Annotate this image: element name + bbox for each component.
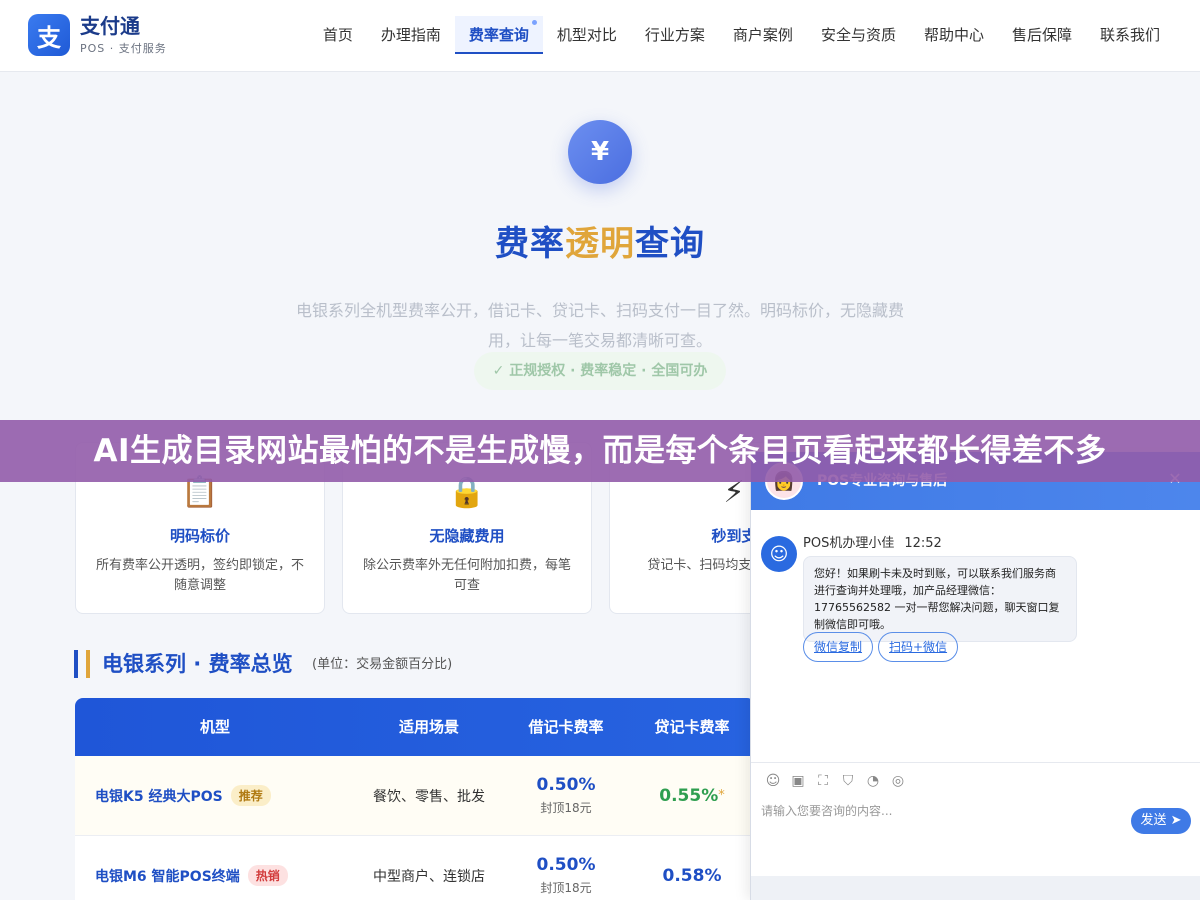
- page-title: 费率透明查询: [0, 216, 1200, 265]
- nav-security[interactable]: 安全与资质: [807, 16, 910, 54]
- title-highlight: 透明: [565, 224, 635, 264]
- scan-wechat-button[interactable]: 扫码+微信: [878, 632, 959, 662]
- credit-rate: 0.55%: [659, 785, 719, 806]
- active-dot-icon: [531, 20, 537, 25]
- credit-cell: 0.58%: [629, 836, 755, 900]
- wechat-icon[interactable]: ◎: [886, 769, 910, 793]
- feature-desc: 所有费率公开透明，签约即锁定，不随意调整: [95, 558, 304, 593]
- chat-widget: 👩 POS专业咨询与售后 ✕ ☺ POS机办理小佳12:52 您好！如果刷卡未及…: [750, 452, 1200, 900]
- brand-name: 支付通: [80, 13, 140, 38]
- section-bar: [74, 650, 78, 678]
- feature-desc: 除公示费率外无任何附加扣费，每笔可查: [362, 558, 571, 593]
- shield-icon[interactable]: ⛉: [836, 769, 860, 793]
- chat-footer: [751, 876, 1200, 900]
- model-cell: 电银M6 智能POS终端 热销: [75, 836, 355, 900]
- model-cell: 电银K5 经典大POS 推荐: [75, 756, 355, 835]
- credit-rate: 0.58%: [662, 865, 722, 886]
- col-model: 机型: [199, 718, 230, 736]
- debit-cap: 封顶18元: [540, 801, 592, 815]
- debit-cell: 0.50% 封顶18元: [503, 756, 629, 835]
- copy-wechat-button[interactable]: 微信复制: [803, 632, 874, 662]
- nav-guide[interactable]: 办理指南: [367, 16, 455, 54]
- chat-toolbar: ☺ ▣ ⛶ ⛉ ◔ ◎: [751, 762, 1200, 798]
- overlay-banner: AI生成目录网站最怕的不是生成慢，而是每个条目页看起来都长得差不多: [0, 420, 1200, 482]
- send-label: 发送: [1140, 813, 1167, 828]
- history-icon[interactable]: ◔: [861, 769, 885, 793]
- nav-aftersales[interactable]: 售后保障: [998, 16, 1086, 54]
- section-bar-accent: [86, 650, 90, 678]
- table-row[interactable]: 电银M6 智能POS终端 热销 中型商户、连锁店 0.50% 封顶18元 0.58%: [75, 836, 755, 900]
- send-button[interactable]: 发送 ➤: [1131, 808, 1191, 834]
- model-name[interactable]: 电银K5 经典大POS: [95, 786, 223, 806]
- brand-subtitle: POS · 支付服务: [80, 41, 167, 55]
- hot-badge: 热销: [247, 865, 288, 886]
- feature-title: 无隐藏费用: [429, 527, 505, 545]
- yen-icon: ¥: [568, 120, 632, 184]
- main-nav: 首页 办理指南 费率查询 机型对比 行业方案 商户案例 安全与资质 帮助中心 售…: [309, 16, 1174, 54]
- logo[interactable]: 支 支付通 POS · 支付服务: [28, 14, 167, 56]
- chat-input[interactable]: 请输入您要咨询的内容...: [761, 802, 892, 819]
- title-part1: 费率: [495, 224, 565, 264]
- hero-description: 电银系列全机型费率公开，借记卡、贷记卡、扫码支付一目了然。明码标价，无隐藏费用，…: [295, 301, 904, 350]
- debit-cell: 0.50% 封顶18元: [503, 836, 629, 900]
- star-icon: *: [718, 788, 725, 803]
- title-part2: 查询: [635, 224, 705, 264]
- nav-compare[interactable]: 机型对比: [543, 16, 631, 54]
- table-row[interactable]: 电银K5 经典大POS 推荐 餐饮、零售、批发 0.50% 封顶18元 0.55% *: [75, 756, 755, 836]
- col-credit: 贷记卡费率: [654, 718, 730, 736]
- nav-rate-query[interactable]: 费率查询: [454, 16, 543, 54]
- message-bubble: 您好！如果刷卡未及时到账，可以联系我们服务商进行查询并处理哦，加产品经理微信：1…: [803, 556, 1077, 642]
- table-header: 机型 适用场景 借记卡费率 贷记卡费率: [75, 698, 755, 756]
- message-meta: POS机办理小佳 12:52: [803, 532, 942, 551]
- trust-badge: ✓ 正规授权 · 费率稳定 · 全国可办: [474, 352, 726, 390]
- model-name[interactable]: 电银M6 智能POS终端: [95, 866, 240, 886]
- col-debit: 借记卡费率: [528, 718, 604, 736]
- screenshot-icon[interactable]: ⛶: [811, 769, 835, 793]
- nav-rate-query-label: 费率查询: [468, 26, 529, 44]
- emoji-icon[interactable]: ☺: [761, 769, 785, 793]
- scene-cell: 餐饮、零售、批发: [373, 788, 485, 805]
- message-time: 12:52: [904, 536, 942, 551]
- nav-contact[interactable]: 联系我们: [1086, 16, 1174, 54]
- rate-table: 机型 适用场景 借记卡费率 贷记卡费率 电银K5 经典大POS 推荐 餐饮、零售、…: [75, 698, 755, 900]
- scene-cell: 中型商户、连锁店: [373, 868, 485, 885]
- nav-cases[interactable]: 商户案例: [719, 16, 807, 54]
- debit-rate: 0.50%: [536, 855, 596, 875]
- section-title: 电银系列 · 费率总览: [102, 652, 293, 676]
- site-header: 支 支付通 POS · 支付服务 首页 办理指南 费率查询 机型对比 行业方案 …: [0, 0, 1200, 72]
- credit-cell: 0.55% *: [629, 756, 755, 835]
- section-unit: (单位：交易金额百分比): [312, 657, 453, 672]
- logo-mark: 支: [28, 14, 70, 56]
- agent-avatar: ☺: [761, 536, 797, 572]
- debit-rate: 0.50%: [536, 775, 596, 795]
- col-scene: 适用场景: [398, 718, 459, 736]
- feature-title: 明码标价: [169, 527, 230, 545]
- debit-cap: 封顶18元: [540, 881, 592, 895]
- recommend-badge: 推荐: [230, 785, 271, 806]
- nav-industry[interactable]: 行业方案: [631, 16, 719, 54]
- nav-home[interactable]: 首页: [309, 16, 367, 54]
- agent-name: POS机办理小佳: [803, 536, 895, 551]
- nav-help[interactable]: 帮助中心: [910, 16, 998, 54]
- image-icon[interactable]: ▣: [786, 769, 810, 793]
